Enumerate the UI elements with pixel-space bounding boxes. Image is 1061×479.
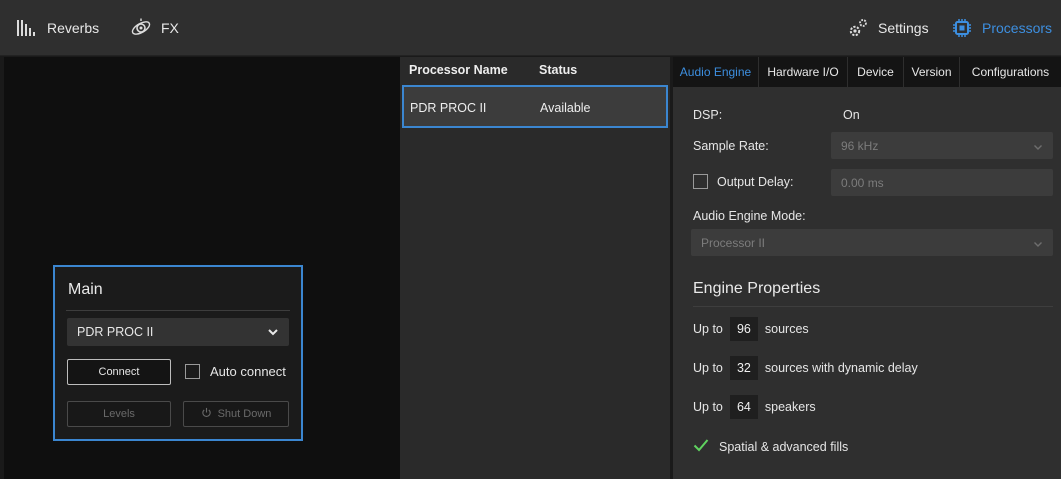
details-pane: Audio Engine Hardware I/O Device Version…: [673, 57, 1061, 479]
sample-rate-label: Sample Rate:: [693, 139, 769, 153]
checkbox-box[interactable]: [693, 174, 708, 189]
divider: [693, 306, 1053, 307]
engine-property-sources: Up to 96 sources: [693, 317, 809, 341]
gear-icon: [847, 17, 869, 39]
engine-properties-title: Engine Properties: [693, 280, 821, 297]
processors-nav[interactable]: Processors: [951, 0, 1052, 56]
property-value: 96: [729, 317, 758, 341]
auto-connect-checkbox[interactable]: Auto connect: [185, 364, 286, 379]
top-bar: Reverbs FX Settings Processors: [0, 0, 1061, 56]
property-prefix: Up to: [693, 322, 723, 336]
chevron-down-icon: [1033, 238, 1043, 248]
tab-version[interactable]: Version: [904, 57, 960, 87]
reverbs-icon: [16, 18, 38, 38]
feature-label: Spatial & advanced fills: [719, 439, 849, 454]
property-value: 32: [729, 356, 758, 380]
shutdown-button[interactable]: Shut Down: [183, 401, 289, 427]
sample-rate-select[interactable]: 96 kHz: [831, 132, 1053, 159]
table-row[interactable]: PDR PROC II Available: [402, 85, 668, 128]
output-delay-label: Output Delay:: [717, 174, 794, 189]
column-header-name: Processor Name: [409, 63, 508, 77]
output-delay-checkbox[interactable]: Output Delay:: [693, 174, 793, 189]
reverbs-nav[interactable]: Reverbs: [16, 0, 99, 56]
chevron-down-icon: [267, 326, 279, 338]
chip-icon: [951, 17, 973, 39]
connect-button[interactable]: Connect: [67, 359, 171, 385]
main-connection-card: Main PDR PROC II Connect Auto connect Le…: [53, 265, 303, 441]
fx-icon: [130, 17, 152, 39]
settings-label: Settings: [878, 20, 929, 36]
shutdown-label: Shut Down: [217, 408, 272, 420]
checkmark-icon: [693, 438, 709, 455]
property-prefix: Up to: [693, 400, 723, 414]
tab-bar: Audio Engine Hardware I/O Device Version…: [673, 57, 1061, 87]
audio-engine-mode-select[interactable]: Processor II: [691, 229, 1053, 256]
processor-status-cell: Available: [540, 101, 591, 115]
divider: [66, 310, 290, 311]
processors-label: Processors: [982, 20, 1053, 36]
processor-list-pane: Processor Name Status PDR PROC II Availa…: [400, 57, 670, 479]
main-card-title: Main: [68, 281, 103, 298]
engine-property-dynamic-delay: Up to 32 sources with dynamic delay: [693, 356, 918, 380]
fx-nav[interactable]: FX: [130, 0, 179, 56]
tab-device[interactable]: Device: [848, 57, 904, 87]
reverbs-label: Reverbs: [47, 20, 100, 36]
sample-rate-value: 96 kHz: [841, 138, 879, 153]
fx-label: FX: [161, 20, 179, 36]
engine-property-speakers: Up to 64 speakers: [693, 395, 816, 419]
processor-select[interactable]: PDR PROC II: [67, 318, 289, 346]
property-suffix: sources with dynamic delay: [764, 361, 918, 375]
processor-name-cell: PDR PROC II: [410, 101, 487, 115]
property-value: 64: [729, 395, 758, 419]
processor-select-value: PDR PROC II: [77, 325, 154, 339]
power-icon: [201, 407, 212, 421]
levels-button[interactable]: Levels: [67, 401, 171, 427]
checkbox-box[interactable]: [185, 364, 200, 379]
chevron-down-icon: [1033, 141, 1043, 151]
tab-audio-engine[interactable]: Audio Engine: [673, 57, 759, 87]
property-prefix: Up to: [693, 361, 723, 375]
engine-feature-spatial-fills: Spatial & advanced fills: [693, 438, 848, 455]
output-delay-input[interactable]: 0.00 ms: [831, 169, 1053, 196]
audio-engine-mode-value: Processor II: [701, 235, 766, 250]
property-suffix: speakers: [764, 400, 816, 414]
settings-nav[interactable]: Settings: [847, 0, 929, 56]
auto-connect-label: Auto connect: [210, 364, 286, 379]
dsp-value: On: [843, 108, 860, 122]
tab-configurations[interactable]: Configurations: [960, 57, 1061, 87]
property-suffix: sources: [764, 322, 809, 336]
column-header-status: Status: [539, 63, 578, 77]
tab-hardware-io[interactable]: Hardware I/O: [759, 57, 848, 87]
dsp-label: DSP:: [693, 108, 723, 122]
output-delay-value: 0.00 ms: [841, 175, 884, 190]
audio-engine-mode-label: Audio Engine Mode:: [693, 209, 806, 223]
